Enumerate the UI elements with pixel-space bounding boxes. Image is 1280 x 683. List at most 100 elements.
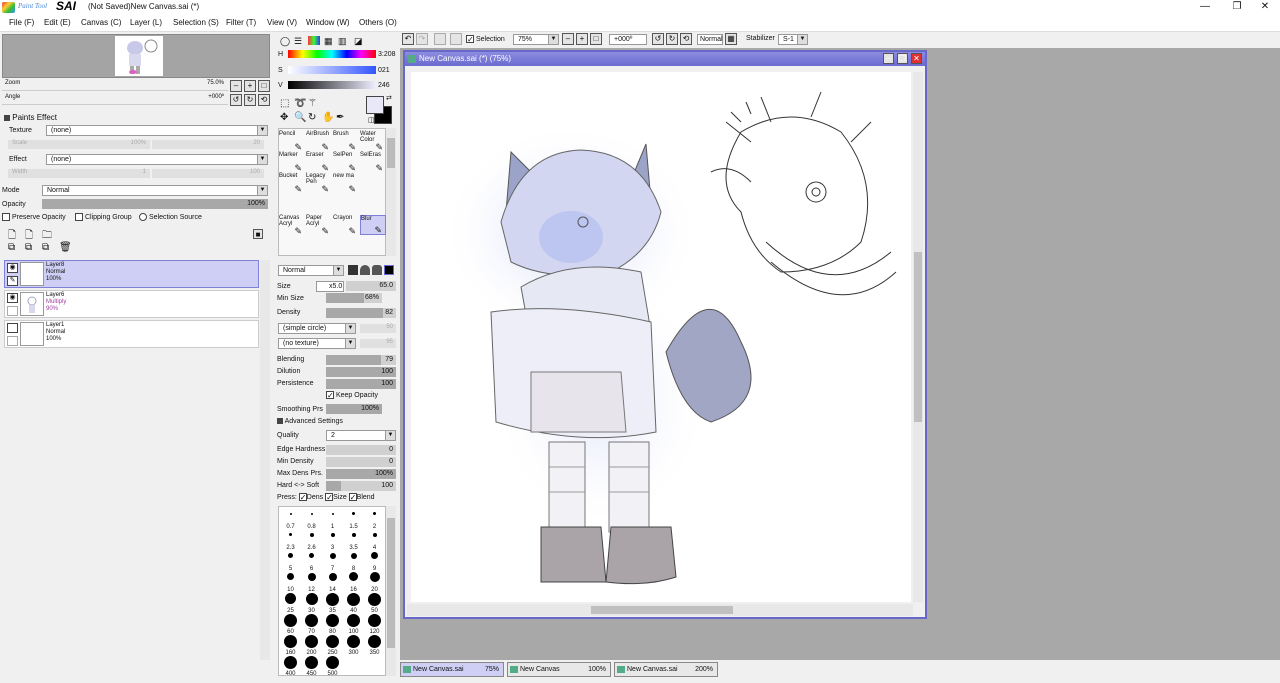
brush-new-ma[interactable]: new ma ✎ bbox=[333, 173, 359, 194]
swap-colors-icon[interactable]: ⇄ bbox=[386, 94, 392, 102]
brush-blur[interactable]: Blur ✎ bbox=[360, 215, 386, 235]
canvas-horizontal-scrollbar[interactable] bbox=[407, 604, 913, 616]
brush-size-preset[interactable]: 20 bbox=[364, 572, 385, 593]
menu-others[interactable]: Others (O) bbox=[359, 18, 397, 27]
brush-size-preset[interactable]: 2 bbox=[364, 509, 385, 530]
brush-grid-scrollbar[interactable] bbox=[386, 128, 396, 256]
eye-icon[interactable]: ◉ bbox=[7, 263, 18, 273]
clear-layer-icon[interactable]: ⧉ bbox=[42, 242, 49, 253]
keep-opacity-checkbox[interactable]: Keep Opacity bbox=[326, 391, 378, 399]
press-size-checkbox[interactable] bbox=[325, 493, 334, 501]
rgb-sliders-icon[interactable]: ☰ bbox=[294, 36, 302, 47]
invert-selection-icon[interactable] bbox=[450, 33, 462, 45]
toolbar-zoom-select[interactable]: 75% ▼ bbox=[513, 34, 559, 45]
brush-size-preset[interactable]: 35 bbox=[322, 593, 343, 614]
effect-select[interactable]: (none) ▼ bbox=[46, 154, 268, 165]
brush-size-preset[interactable]: 300 bbox=[343, 635, 364, 656]
canvas-vertical-scrollbar[interactable] bbox=[913, 72, 923, 602]
selection-source-radio[interactable]: Selection Source bbox=[139, 213, 202, 221]
brush-bucket[interactable]: Bucket ✎ bbox=[279, 173, 305, 194]
press-dens-checkbox[interactable] bbox=[298, 493, 307, 501]
brush-shape-hard-icon[interactable] bbox=[384, 265, 394, 275]
size-slider[interactable]: 65.0 bbox=[346, 281, 396, 291]
brush-water-color[interactable]: Water Color ✎ bbox=[360, 131, 386, 152]
delete-layer-icon[interactable]: 🗑 bbox=[59, 242, 72, 253]
toolbar-rotate-reset-icon[interactable]: ⟲ bbox=[680, 33, 692, 45]
hue-slider[interactable] bbox=[288, 50, 376, 58]
rotate-tool-icon[interactable]: ↻ bbox=[308, 112, 316, 123]
layer-mode-select[interactable]: Normal ▼ bbox=[42, 185, 268, 196]
zoom-in-icon[interactable]: + bbox=[244, 80, 256, 92]
brush-size-preset[interactable]: 60 bbox=[280, 614, 301, 635]
layer-item[interactable]: ◉ Layer6 Multiply 90% bbox=[4, 290, 259, 318]
brush-size-preset[interactable]: 120 bbox=[364, 614, 385, 635]
canvas-maximize-button[interactable]: ❐ bbox=[897, 53, 908, 64]
brush-airbrush[interactable]: AirBrush ✎ bbox=[306, 131, 332, 152]
brush-size-preset[interactable]: 1.5 bbox=[343, 509, 364, 530]
lock-box-icon[interactable] bbox=[7, 336, 18, 346]
brush-size-preset[interactable]: 200 bbox=[301, 635, 322, 656]
lock-box-icon[interactable] bbox=[7, 306, 18, 316]
brush-size-preset[interactable]: 16 bbox=[343, 572, 364, 593]
brush-slot-empty[interactable] bbox=[360, 194, 386, 214]
brush-size-preset[interactable]: 0.8 bbox=[301, 509, 322, 530]
hsv-sliders-icon[interactable] bbox=[308, 36, 320, 45]
hard-soft-slider[interactable]: 100 bbox=[326, 481, 396, 491]
brush-size-preset[interactable]: 400 bbox=[280, 656, 301, 677]
brush-size-preset[interactable]: 50 bbox=[364, 593, 385, 614]
minimize-button[interactable]: — bbox=[1190, 0, 1220, 14]
rect-select-icon[interactable]: ⬚ bbox=[280, 98, 289, 109]
brush-brush[interactable]: Brush ✎ bbox=[333, 131, 359, 152]
brush-size-preset[interactable]: 350 bbox=[364, 635, 385, 656]
brush-legacy-pen[interactable]: Legacy Pen ✎ bbox=[306, 173, 332, 194]
zoom-reset-icon[interactable]: □ bbox=[258, 80, 270, 92]
brush-size-preset[interactable]: 100 bbox=[343, 614, 364, 635]
navigator-preview[interactable] bbox=[2, 34, 270, 78]
menu-canvas[interactable]: Canvas (C) bbox=[81, 18, 121, 27]
brush-size-preset[interactable]: 3 bbox=[322, 530, 343, 551]
navigator-thumbnail[interactable] bbox=[115, 36, 163, 76]
brush-size-preset[interactable]: 250 bbox=[322, 635, 343, 656]
max-dens-slider[interactable]: 100% bbox=[326, 469, 396, 479]
zoom-slider[interactable]: Zoom 75.0% bbox=[2, 79, 228, 91]
maximize-button[interactable]: ❐ bbox=[1222, 0, 1252, 14]
density-slider[interactable]: 82 bbox=[326, 308, 396, 318]
toolbar-blend-select[interactable]: Normal bbox=[697, 34, 723, 45]
scroll-thumb[interactable] bbox=[387, 518, 395, 648]
brush-size-preset[interactable]: 6 bbox=[301, 551, 322, 572]
layer-item[interactable]: ◉ ✎ Layer8 Normal 100% bbox=[4, 260, 259, 288]
menu-edit[interactable]: Edit (E) bbox=[44, 18, 71, 27]
value-slider[interactable] bbox=[288, 81, 376, 89]
opacity-slider[interactable]: 100% bbox=[42, 199, 268, 209]
canvas-window-titlebar[interactable]: New Canvas.sai (*) (75%) – ❐ ✕ bbox=[405, 52, 925, 66]
brush-selpen[interactable]: SelPen ✎ bbox=[333, 152, 359, 173]
size-multiplier-select[interactable]: x5.0 bbox=[316, 281, 344, 292]
zoom-out-icon[interactable]: – bbox=[230, 80, 242, 92]
color-wheel-icon[interactable]: ◯ bbox=[280, 36, 290, 47]
brush-size-preset[interactable]: 14 bbox=[322, 572, 343, 593]
merge-down-icon[interactable]: ⧉ bbox=[25, 242, 32, 253]
brush-size-preset[interactable]: 2.3 bbox=[280, 530, 301, 551]
menu-layer[interactable]: Layer (L) bbox=[130, 18, 162, 27]
brush-slot-empty[interactable] bbox=[333, 194, 359, 214]
rotate-reset-icon[interactable]: ⟲ bbox=[258, 94, 270, 106]
advanced-settings-header[interactable]: Advanced Settings bbox=[277, 418, 343, 425]
toolbar-zoom-fit-icon[interactable]: □ bbox=[590, 33, 602, 45]
rotate-right-icon[interactable]: ↻ bbox=[244, 94, 256, 106]
min-density-slider[interactable]: 0 bbox=[326, 457, 396, 467]
brush-seleras[interactable]: SelEras ✎ bbox=[360, 152, 386, 173]
brush-size-preset[interactable]: 30 bbox=[301, 593, 322, 614]
transparent-color-icon[interactable]: ◫ bbox=[368, 116, 375, 124]
angle-slider[interactable]: Angle +000º bbox=[2, 93, 228, 105]
brush-slot-empty[interactable] bbox=[360, 173, 386, 193]
paints-effect-header[interactable]: Paints Effect bbox=[4, 113, 57, 122]
menu-window[interactable]: Window (W) bbox=[306, 18, 350, 27]
brush-size-preset[interactable]: 10 bbox=[280, 572, 301, 593]
layer-scrollbar[interactable] bbox=[260, 260, 270, 660]
min-size-slider[interactable]: 68% bbox=[326, 293, 382, 303]
press-blend-checkbox[interactable] bbox=[348, 493, 357, 501]
toolbar-zoom-in-icon[interactable]: + bbox=[576, 33, 588, 45]
zoom-tool-icon[interactable]: 🔍 bbox=[294, 112, 306, 123]
swatches-icon[interactable]: ▥ bbox=[338, 36, 347, 47]
brush-size-preset[interactable]: 1 bbox=[322, 509, 343, 530]
